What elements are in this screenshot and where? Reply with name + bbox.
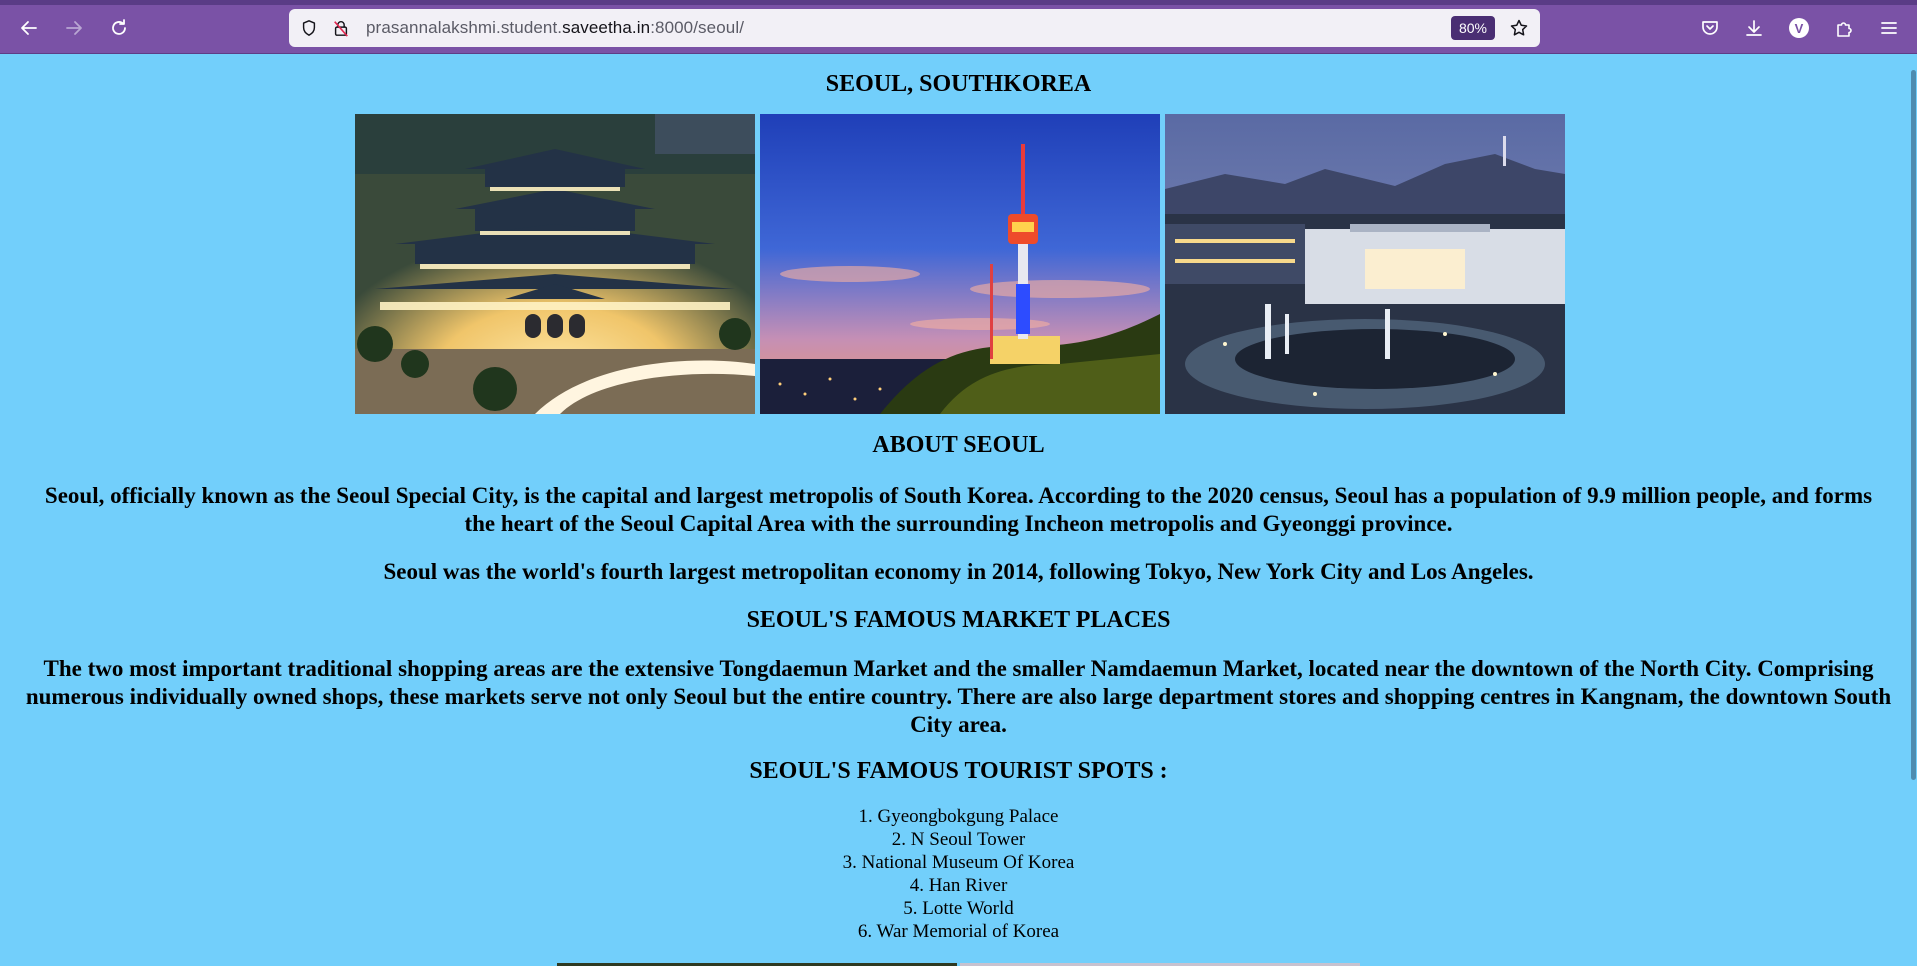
page-scrollbar[interactable] bbox=[1909, 54, 1917, 966]
pocket-icon bbox=[1702, 21, 1718, 35]
reload-icon bbox=[112, 19, 126, 35]
site-info-button[interactable] bbox=[331, 18, 351, 38]
list-item: 2. N Seoul Tower bbox=[891, 829, 1026, 850]
bookmark-star-icon bbox=[1510, 19, 1528, 36]
tracking-protection-button[interactable] bbox=[299, 18, 319, 38]
shield-icon bbox=[302, 20, 316, 36]
about-paragraph-2: Seoul was the world's fourth largest met… bbox=[383, 559, 1534, 584]
url-prefix: prasannalakshmi.student. bbox=[366, 18, 563, 37]
market-heading: SEOUL'S FAMOUS MARKET PLACES bbox=[746, 607, 1171, 633]
about-heading: ABOUT SEOUL bbox=[872, 432, 1045, 458]
museum-image bbox=[1165, 114, 1565, 414]
url-text[interactable]: prasannalakshmi.student.saveetha.in:8000… bbox=[366, 18, 744, 38]
tourist-spots-heading: SEOUL'S FAMOUS TOURIST SPOTS : bbox=[749, 758, 1168, 784]
avatar: V bbox=[1789, 18, 1809, 38]
scrollbar-thumb[interactable] bbox=[1911, 70, 1916, 780]
url-suffix: :8000/seoul/ bbox=[650, 18, 745, 37]
list-item: 3. National Museum Of Korea bbox=[842, 852, 1075, 873]
tower-photo bbox=[760, 114, 1160, 414]
about-paragraph-1: Seoul, officially known as the Seoul Spe… bbox=[44, 483, 1873, 536]
pocket-button[interactable] bbox=[1693, 11, 1727, 45]
museum-photo bbox=[1165, 114, 1565, 414]
extensions-icon bbox=[1837, 22, 1852, 37]
tower-image bbox=[760, 114, 1160, 414]
url-domain: saveetha.in bbox=[562, 18, 651, 37]
downloads-button[interactable] bbox=[1737, 11, 1771, 45]
extensions-button[interactable] bbox=[1827, 11, 1861, 45]
list-item: 5. Lotte World bbox=[903, 898, 1014, 919]
list-item: 1. Gyeongbokgung Palace bbox=[858, 806, 1059, 827]
page-title: SEOUL, SOUTHKOREA bbox=[825, 71, 1092, 97]
menu-icon bbox=[1881, 22, 1897, 34]
palace-photo bbox=[355, 114, 755, 414]
web-page: SEOUL, SOUTHKOREA ABOUT SEOUL Seoul, off… bbox=[0, 54, 1917, 966]
forward-button[interactable] bbox=[57, 11, 91, 45]
window-top-edge bbox=[0, 0, 1917, 5]
account-button[interactable]: V bbox=[1782, 11, 1816, 45]
browser-toolbar: prasannalakshmi.student.saveetha.in:8000… bbox=[0, 0, 1917, 54]
download-icon bbox=[1746, 20, 1762, 36]
list-item: 4. Han River bbox=[909, 875, 1008, 896]
market-paragraph: The two most important traditional shopp… bbox=[25, 656, 1892, 737]
back-icon bbox=[21, 21, 37, 35]
tourist-spots-list: 1. Gyeongbokgung Palace 2. N Seoul Tower… bbox=[0, 805, 1917, 943]
reload-button[interactable] bbox=[102, 11, 136, 45]
zoom-level-button[interactable]: 80% bbox=[1451, 16, 1495, 40]
back-button[interactable] bbox=[12, 11, 46, 45]
forward-icon bbox=[66, 21, 82, 35]
list-item: 6. War Memorial of Korea bbox=[857, 921, 1060, 942]
palace-image bbox=[355, 114, 755, 414]
address-bar[interactable]: prasannalakshmi.student.saveetha.in:8000… bbox=[289, 9, 1540, 47]
bookmark-button[interactable] bbox=[1509, 18, 1529, 38]
app-menu-button[interactable] bbox=[1872, 11, 1906, 45]
insecure-lock-icon bbox=[334, 21, 348, 37]
